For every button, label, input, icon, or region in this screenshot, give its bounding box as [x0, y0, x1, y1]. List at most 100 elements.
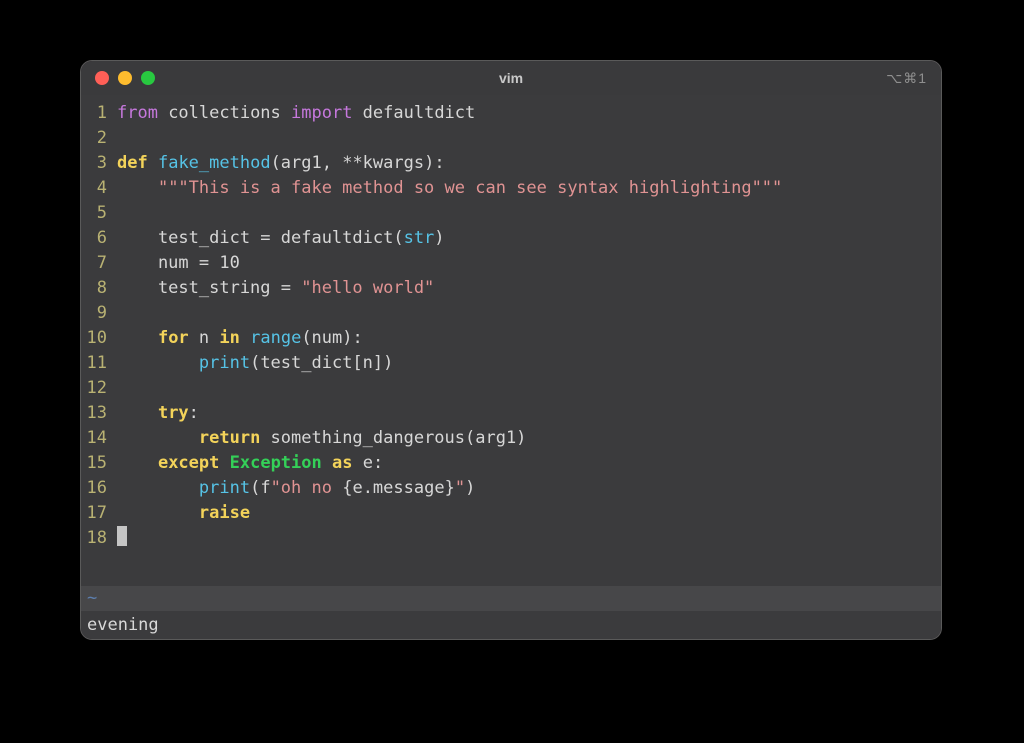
- traffic-lights: [81, 71, 155, 85]
- tilde-line: ~: [81, 586, 941, 611]
- code-line[interactable]: 18: [81, 526, 941, 551]
- code-content[interactable]: print(f"oh no {e.message}"): [117, 476, 475, 501]
- token-code: test_dict = defaultdict(: [117, 228, 404, 248]
- code-line[interactable]: 15 except Exception as e:: [81, 451, 941, 476]
- window-title: vim: [81, 70, 941, 86]
- status-bar: evening: [81, 611, 941, 639]
- code-content[interactable]: """This is a fake method so we can see s…: [117, 176, 782, 201]
- token-builtin: print: [199, 353, 250, 373]
- titlebar: vim ⌥⌘1: [81, 61, 941, 95]
- line-number: 6: [81, 226, 117, 251]
- line-number: 4: [81, 176, 117, 201]
- code-line[interactable]: 17 raise: [81, 501, 941, 526]
- token-kw: def: [117, 153, 148, 173]
- line-number: 17: [81, 501, 117, 526]
- minimize-icon[interactable]: [118, 71, 132, 85]
- code-line[interactable]: 14 return something_dangerous(arg1): [81, 426, 941, 451]
- line-number: 18: [81, 526, 117, 551]
- code-line[interactable]: 1from collections import defaultdict: [81, 101, 941, 126]
- code-line[interactable]: 9: [81, 301, 941, 326]
- code-line[interactable]: 5: [81, 201, 941, 226]
- code-line[interactable]: 4 """This is a fake method so we can see…: [81, 176, 941, 201]
- code-content[interactable]: test_string = "hello world": [117, 276, 434, 301]
- code-content[interactable]: return something_dangerous(arg1): [117, 426, 526, 451]
- line-number: 2: [81, 126, 117, 151]
- token-code: something_dangerous(arg1): [260, 428, 526, 448]
- token-code: (num):: [301, 328, 362, 348]
- code-content[interactable]: for n in range(num):: [117, 326, 363, 351]
- maximize-icon[interactable]: [141, 71, 155, 85]
- code-content[interactable]: [117, 526, 127, 551]
- code-line[interactable]: 16 print(f"oh no {e.message}"): [81, 476, 941, 501]
- code-content[interactable]: raise: [117, 501, 250, 526]
- token-code: {e.message}: [342, 478, 455, 498]
- line-number: 8: [81, 276, 117, 301]
- code-line[interactable]: 13 try:: [81, 401, 941, 426]
- token-code: ): [434, 228, 444, 248]
- token-ident: str: [404, 228, 435, 248]
- code-content[interactable]: except Exception as e:: [117, 451, 383, 476]
- token-kw: for: [158, 328, 189, 348]
- token-code: ): [465, 478, 475, 498]
- line-number: 14: [81, 426, 117, 451]
- token-str: "oh no: [271, 478, 343, 498]
- token-code: :: [189, 403, 199, 423]
- token-code: [148, 153, 158, 173]
- line-number: 13: [81, 401, 117, 426]
- token-builtin: print: [199, 478, 250, 498]
- token-code: [117, 353, 199, 373]
- code-line[interactable]: 3def fake_method(arg1, **kwargs):: [81, 151, 941, 176]
- terminal-body[interactable]: 1from collections import defaultdict23de…: [81, 95, 941, 639]
- token-code: [322, 453, 332, 473]
- token-code: n: [189, 328, 220, 348]
- window-shortcut: ⌥⌘1: [886, 70, 927, 87]
- line-number: 5: [81, 201, 117, 226]
- token-str: ": [455, 478, 465, 498]
- token-code: e:: [352, 453, 383, 473]
- line-number: 10: [81, 326, 117, 351]
- code-line[interactable]: 10 for n in range(num):: [81, 326, 941, 351]
- close-icon[interactable]: [95, 71, 109, 85]
- token-code: (f: [250, 478, 270, 498]
- code-content[interactable]: def fake_method(arg1, **kwargs):: [117, 151, 445, 176]
- line-number: 12: [81, 376, 117, 401]
- token-imp: import: [291, 103, 352, 123]
- token-builtin: range: [250, 328, 301, 348]
- code-content[interactable]: from collections import defaultdict: [117, 101, 475, 126]
- token-kw: as: [332, 453, 352, 473]
- code-line[interactable]: 6 test_dict = defaultdict(str): [81, 226, 941, 251]
- token-code: defaultdict: [352, 103, 475, 123]
- token-code: num = 10: [117, 253, 240, 273]
- code-content[interactable]: print(test_dict[n]): [117, 351, 393, 376]
- token-kw: try: [158, 403, 189, 423]
- line-number: 11: [81, 351, 117, 376]
- token-code: [240, 328, 250, 348]
- token-code: (test_dict[n]): [250, 353, 393, 373]
- token-code: [117, 403, 158, 423]
- code-line[interactable]: 2: [81, 126, 941, 151]
- line-number: 3: [81, 151, 117, 176]
- token-kw: in: [219, 328, 239, 348]
- code-content[interactable]: try:: [117, 401, 199, 426]
- code-line[interactable]: 12: [81, 376, 941, 401]
- line-number: 1: [81, 101, 117, 126]
- line-number: 9: [81, 301, 117, 326]
- token-exc: Exception: [230, 453, 322, 473]
- code-line[interactable]: 11 print(test_dict[n]): [81, 351, 941, 376]
- editor-area[interactable]: 1from collections import defaultdict23de…: [81, 95, 941, 586]
- token-code: test_string =: [117, 278, 301, 298]
- code-content[interactable]: test_dict = defaultdict(str): [117, 226, 445, 251]
- token-kw: raise: [199, 503, 250, 523]
- token-imp: from: [117, 103, 158, 123]
- code-line[interactable]: 8 test_string = "hello world": [81, 276, 941, 301]
- token-code: [117, 178, 158, 198]
- token-code: collections: [158, 103, 291, 123]
- token-code: [219, 453, 229, 473]
- code-line[interactable]: 7 num = 10: [81, 251, 941, 276]
- token-kw: return: [199, 428, 260, 448]
- token-func: fake_method: [158, 153, 271, 173]
- cursor: [117, 526, 127, 546]
- token-code: [117, 328, 158, 348]
- token-code: [117, 453, 158, 473]
- code-content[interactable]: num = 10: [117, 251, 240, 276]
